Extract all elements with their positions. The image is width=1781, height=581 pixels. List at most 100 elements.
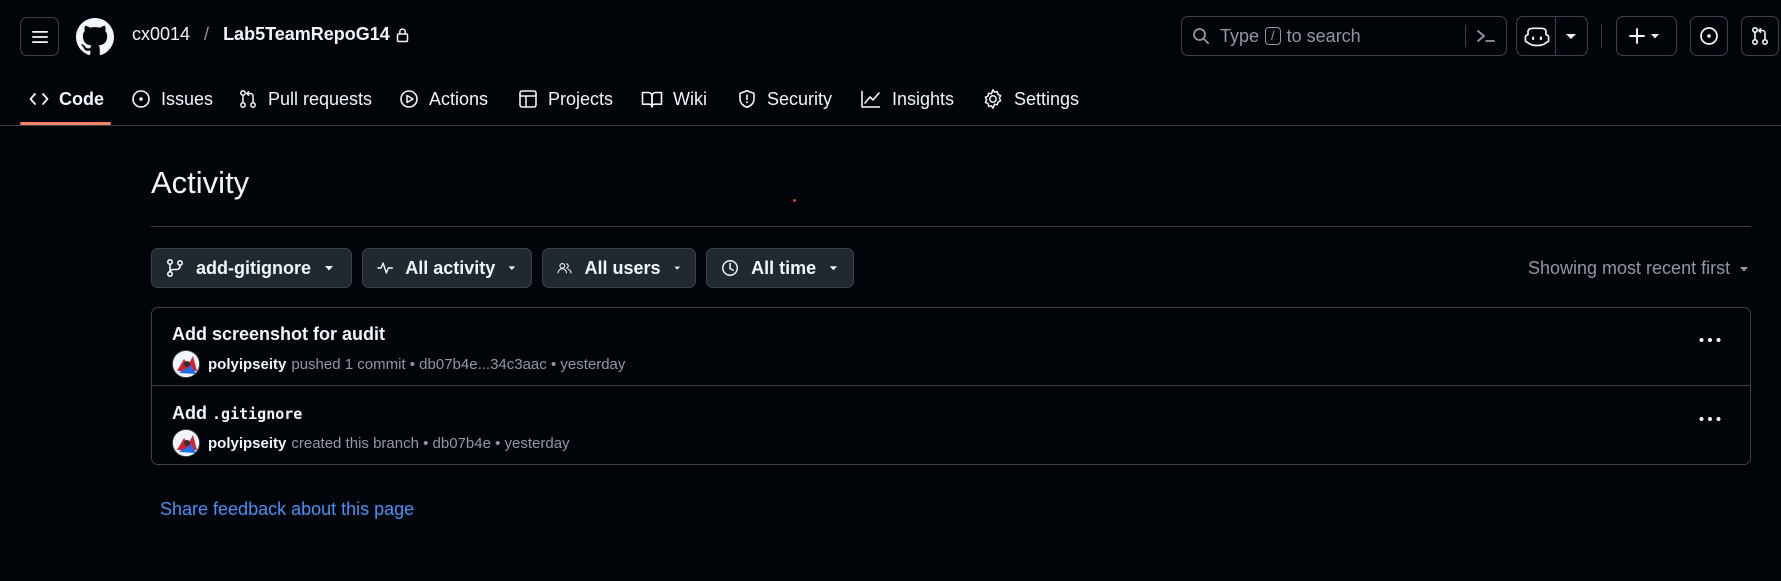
tab-pull-requests-label: Pull requests <box>268 88 373 109</box>
selected-tab-indicator <box>20 122 111 125</box>
list-item: Add .gitignore polyipseity created this … <box>152 387 1750 465</box>
sort-order-label: Showing most recent first <box>1528 258 1731 278</box>
tab-issues[interactable]: Issues <box>131 72 213 126</box>
graph-icon <box>861 91 880 108</box>
search-placeholder: Type / to search <box>1220 26 1361 47</box>
tab-insights-label: Insights <box>892 88 955 109</box>
search-shortcut-key: / <box>1265 27 1281 45</box>
breadcrumb: cx0014 / Lab5TeamRepoG14 <box>132 24 409 45</box>
activity-meta: polyipseity pushed 1 commit • db07b4e...… <box>172 350 625 378</box>
users-filter-label: All users <box>584 257 661 278</box>
copilot-button[interactable] <box>1516 16 1588 56</box>
gear-icon <box>984 89 1002 109</box>
clock-icon <box>722 260 739 276</box>
more-actions-button[interactable] <box>1696 330 1724 350</box>
table-icon <box>519 90 537 108</box>
more-actions-button[interactable] <box>1696 409 1724 429</box>
tab-settings[interactable]: Settings <box>982 72 1079 126</box>
time-period-filter-button[interactable]: All time <box>706 248 854 288</box>
caret-down-icon <box>673 266 680 270</box>
activity-type-filter-button[interactable]: All activity <box>362 248 532 288</box>
actor-link[interactable]: polyipseity <box>208 356 286 373</box>
activity-list: Add screenshot for audit polyipseity pus… <box>151 307 1751 465</box>
caret-down-icon <box>1740 266 1749 271</box>
git-pull-request-icon <box>240 90 256 108</box>
search-placeholder-start: Type <box>1220 25 1260 46</box>
play-icon <box>400 90 418 108</box>
activity-title[interactable]: Add screenshot for audit <box>172 324 385 345</box>
tab-wiki-label: Wiki <box>673 88 707 109</box>
activity-detail: pushed 1 commit • db07b4e...34c3aac • ye… <box>291 355 626 373</box>
open-menu-button[interactable] <box>20 17 59 56</box>
pulse-icon <box>377 262 394 274</box>
tab-settings-label: Settings <box>1014 88 1080 109</box>
activity-title-text: Add <box>172 403 207 423</box>
search-icon <box>1193 28 1210 45</box>
avatar-image <box>173 430 199 456</box>
caret-down-icon <box>829 266 838 271</box>
tab-insights[interactable]: Insights <box>860 72 954 126</box>
your-issues-button[interactable] <box>1690 16 1728 56</box>
search-input[interactable]: Type / to search <box>1181 16 1507 56</box>
tab-pull-requests[interactable]: Pull requests <box>238 72 372 126</box>
code-icon <box>29 93 49 105</box>
stray-dot <box>793 199 796 202</box>
activity-detail: created this branch • db07b4e • yesterda… <box>291 434 570 452</box>
git-pull-request-icon <box>1751 26 1769 46</box>
issue-opened-icon <box>132 90 150 108</box>
tab-projects[interactable]: Projects <box>518 72 613 126</box>
git-branch-icon <box>166 258 184 278</box>
tab-code-label: Code <box>59 88 104 109</box>
tab-security[interactable]: Security <box>737 72 832 126</box>
share-feedback-link[interactable]: Share feedback about this page <box>160 499 414 520</box>
branch-filter-label: add-gitignore <box>196 257 311 278</box>
caret-down-icon <box>508 266 516 271</box>
search-placeholder-end: to search <box>1286 25 1361 46</box>
issue-opened-icon <box>1700 27 1718 45</box>
github-logo-icon[interactable] <box>76 18 114 56</box>
create-new-button[interactable] <box>1616 16 1677 56</box>
search-divider <box>1465 25 1466 47</box>
title-divider <box>151 226 1751 227</box>
actor-link[interactable]: polyipseity <box>208 435 286 452</box>
repo-tabs: Code Issues Pull requests Actions Projec… <box>0 72 1781 126</box>
tab-actions-label: Actions <box>429 88 489 109</box>
tab-wiki[interactable]: Wiki <box>641 72 707 126</box>
activity-title[interactable]: Add .gitignore <box>172 403 302 424</box>
plus-icon <box>1628 28 1645 44</box>
activity-meta: polyipseity created this branch • db07b4… <box>172 429 570 457</box>
branch-filter-button[interactable]: add-gitignore <box>151 248 352 288</box>
hamburger-icon <box>31 30 48 43</box>
kebab-horizontal-icon <box>1699 338 1721 342</box>
activity-title-code: .gitignore <box>212 405 303 423</box>
chevron-down-icon[interactable] <box>1556 26 1586 46</box>
command-palette-icon[interactable] <box>1475 26 1497 46</box>
repo-link[interactable]: Lab5TeamRepoG14 <box>223 24 390 45</box>
list-item: Add screenshot for audit polyipseity pus… <box>152 308 1750 386</box>
tab-actions[interactable]: Actions <box>399 72 488 126</box>
owner-link[interactable]: cx0014 <box>132 24 190 45</box>
caret-down-icon <box>325 266 333 271</box>
your-pull-requests-button[interactable] <box>1741 16 1779 56</box>
tab-code[interactable]: Code <box>29 72 104 126</box>
sort-order-button[interactable]: Showing most recent first <box>1528 258 1750 279</box>
caret-down-icon <box>1650 34 1659 39</box>
users-filter-button[interactable]: All users <box>542 248 696 288</box>
time-period-filter-label: All time <box>751 257 817 278</box>
activity-title-text: Add screenshot for audit <box>172 324 386 344</box>
tab-issues-label: Issues <box>161 88 214 109</box>
kebab-horizontal-icon <box>1699 417 1721 421</box>
avatar[interactable] <box>172 429 200 457</box>
shield-icon <box>739 90 755 108</box>
tab-projects-label: Projects <box>548 88 614 109</box>
lock-icon <box>396 27 409 42</box>
top-bar: cx0014 / Lab5TeamRepoG14 Type / to searc… <box>0 0 1781 72</box>
activity-type-filter-label: All activity <box>405 257 496 278</box>
page-title: Activity <box>151 165 250 200</box>
book-icon <box>641 91 663 108</box>
avatar[interactable] <box>172 350 200 378</box>
breadcrumb-separator: / <box>204 24 210 44</box>
copilot-icon <box>1524 27 1549 47</box>
tab-security-label: Security <box>767 88 833 109</box>
header-divider <box>1601 24 1602 48</box>
